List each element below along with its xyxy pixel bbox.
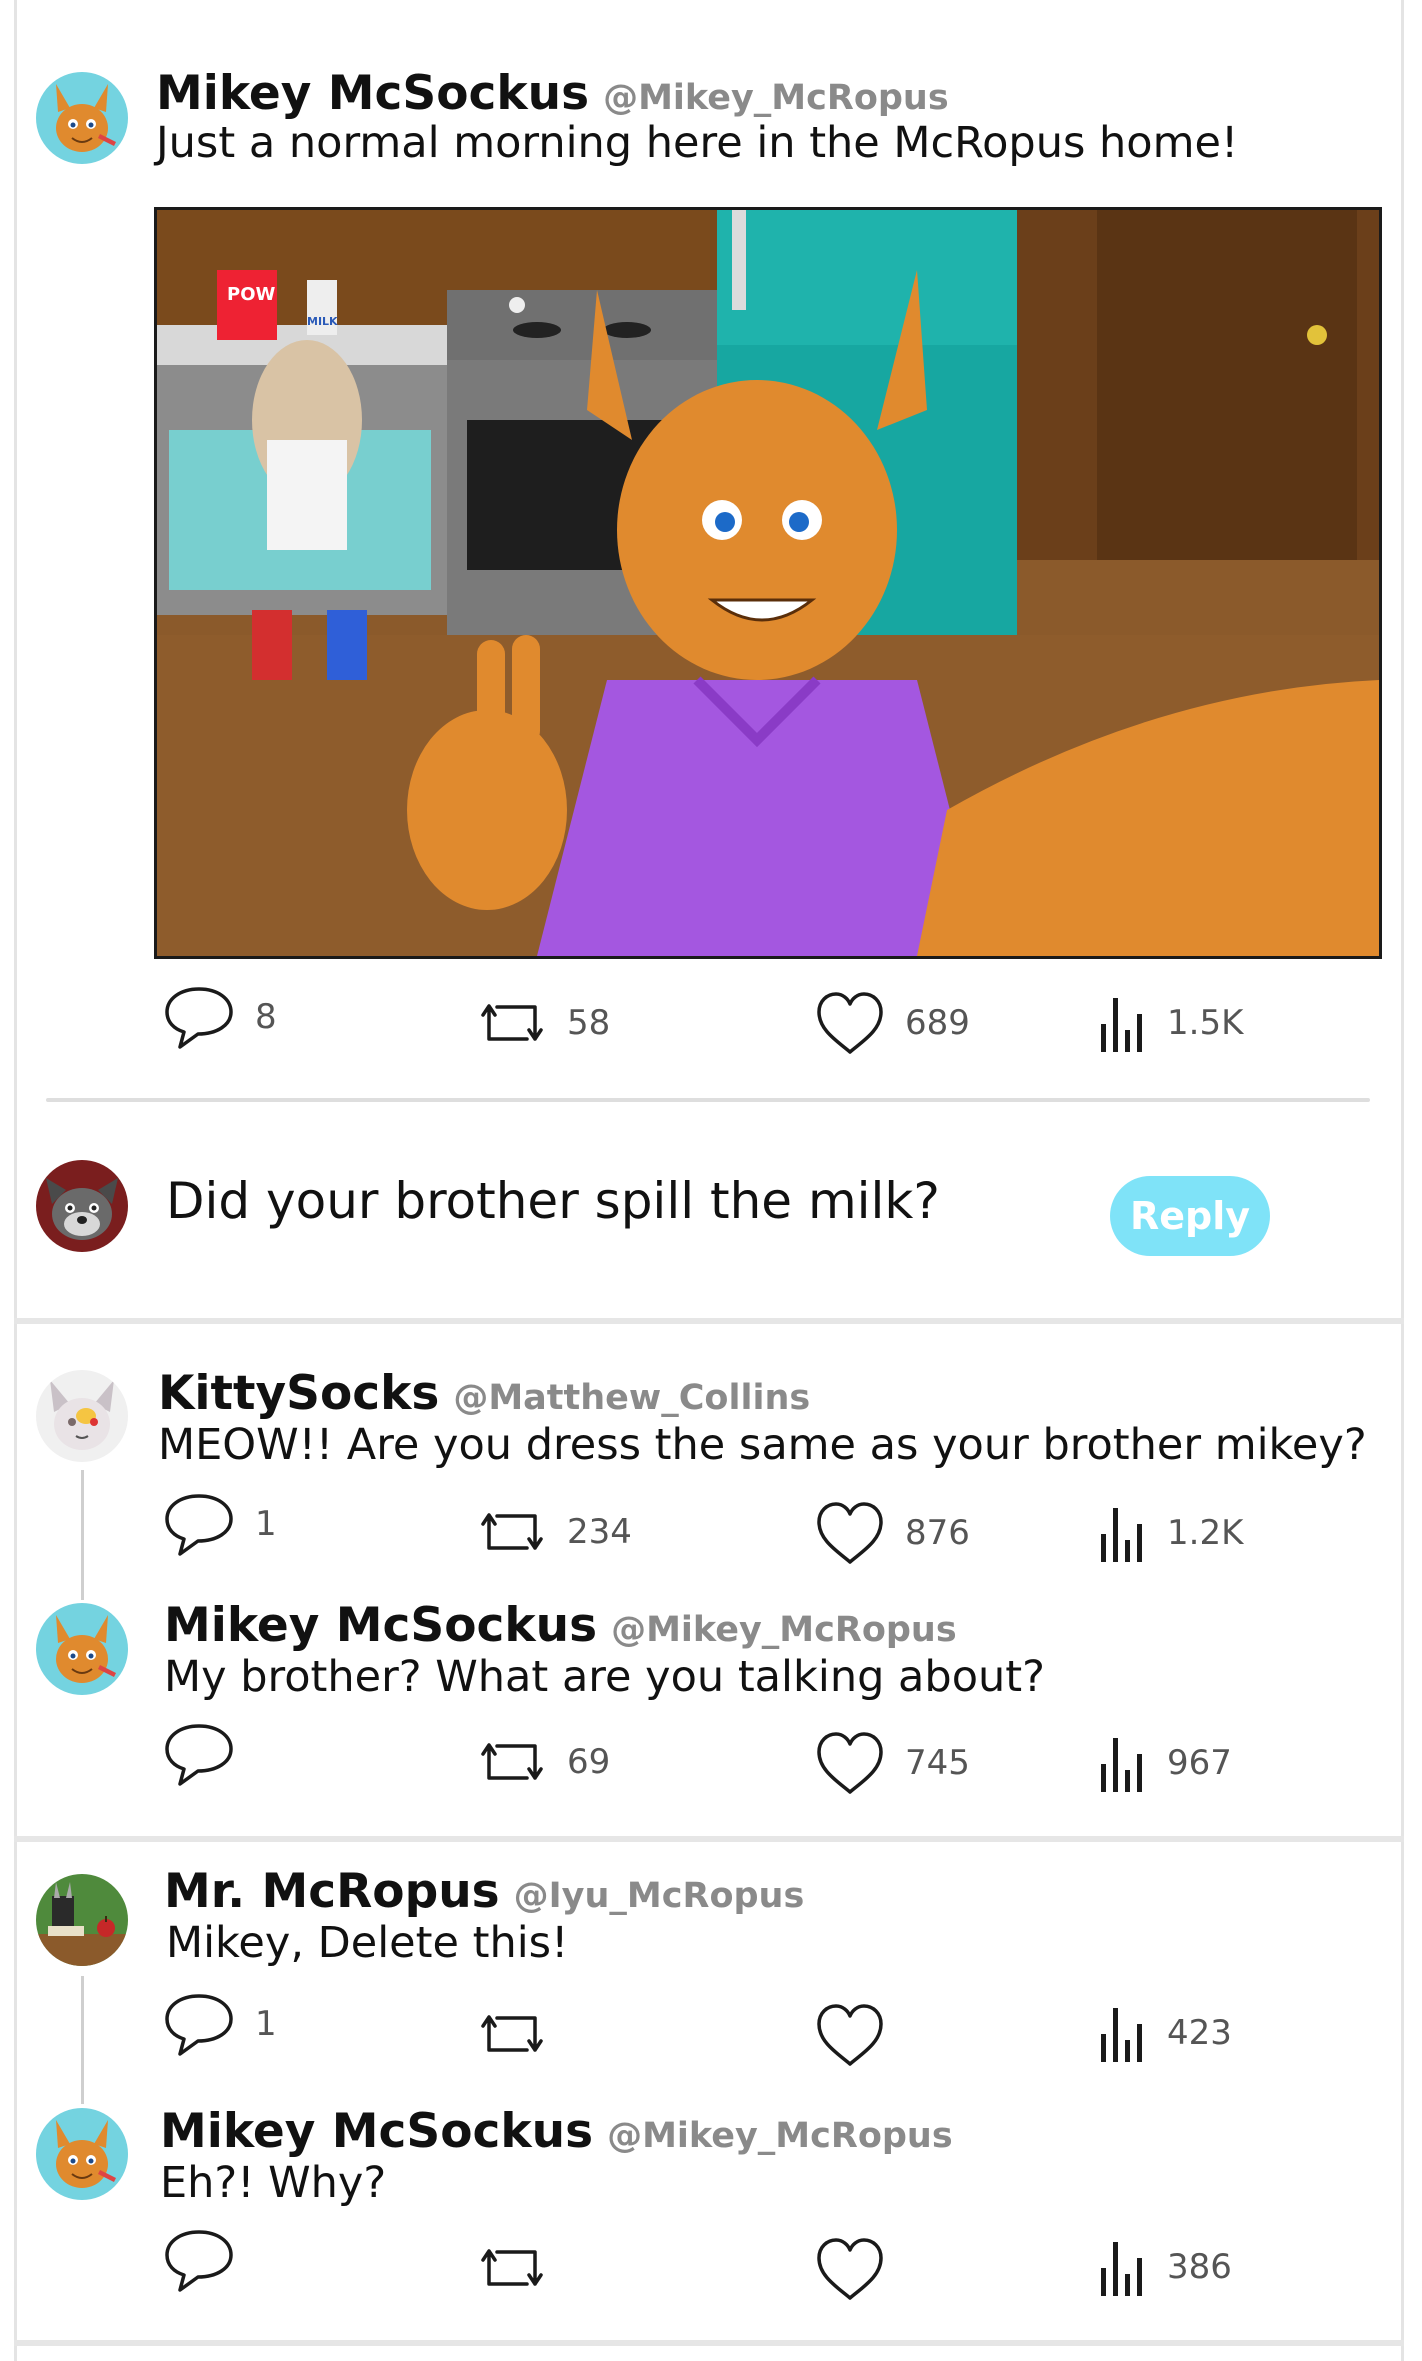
bar-chart-icon [1101,1738,1142,1792]
author-handle: @Mikey_McRopus [603,78,949,118]
heart-icon [817,1732,883,1794]
post-text: Eh?! Why? [160,2158,387,2208]
avatar-image [36,1370,128,1462]
bar-chart-icon [1101,1508,1142,1562]
views-button[interactable]: 386 [1095,2234,1232,2300]
reply-button[interactable]: 1 [163,1490,277,1558]
repost-icon [481,1513,543,1550]
speech-bubble-icon [165,1994,233,2056]
heart-icon [817,2004,883,2066]
avatar-image [36,72,128,164]
like-count: 745 [905,1743,970,1783]
milk-carton-label: MILK [307,315,338,328]
bar-chart-icon [1101,998,1142,1052]
speech-bubble-icon [165,1494,233,1556]
views-count: 423 [1167,2013,1232,2053]
repost-count: 69 [567,1742,611,1782]
author-handle: @Mikey_McRopus [611,1610,957,1650]
like-button[interactable]: 745 [815,1730,970,1796]
author-handle: @Iyu_McRopus [513,1876,805,1916]
reply-button[interactable] [163,2226,255,2294]
thread-line [81,1470,84,1600]
thread-line [81,1976,84,2104]
author-handle: @Mikey_McRopus [607,2116,953,2156]
section-separator [14,2340,1404,2346]
repost-button[interactable] [477,2240,567,2296]
views-count: 1.5K [1167,1003,1244,1043]
repost-icon [481,1004,543,1041]
views-button[interactable]: 1.5K [1095,990,1243,1056]
divider [46,1098,1370,1102]
heart-icon [817,992,883,1054]
reply-submit-button[interactable]: Reply [1110,1176,1270,1256]
bar-chart-icon [1101,2242,1142,2296]
speech-bubble-icon [165,2230,233,2292]
post-text: Mikey, Delete this! [166,1918,569,1968]
reply-button[interactable]: 1 [163,1990,277,2058]
views-count: 1.2K [1167,1513,1244,1553]
heart-icon [817,1502,883,1564]
repost-button[interactable]: 58 [477,995,610,1051]
post-text: MEOW!! Are you dress the same as your br… [158,1420,1367,1470]
section-separator [14,1318,1404,1324]
like-button[interactable]: 689 [815,990,970,1056]
post-media-image[interactable]: POW MILK [154,207,1382,959]
reply-button[interactable]: 8 [163,983,277,1051]
like-count: 689 [905,1003,970,1043]
avatar-image [36,2108,128,2200]
reply-input[interactable]: Did your brother spill the milk? [166,1172,940,1230]
like-button[interactable] [815,2236,905,2302]
repost-icon [481,2249,543,2286]
post-text: My brother? What are you talking about? [164,1652,1045,1702]
author-name: Mikey McSockus [164,1598,598,1653]
speech-bubble-icon [165,1724,233,1786]
repost-count: 234 [567,1512,632,1552]
like-button[interactable] [815,2002,905,2068]
bar-chart-icon [1101,2008,1142,2062]
post-author[interactable]: KittySocks @Matthew_Collins [158,1366,810,1421]
repost-count: 58 [567,1003,611,1043]
composer-avatar [36,1160,128,1252]
repost-button[interactable] [477,2006,567,2062]
avatar-image [36,1603,128,1695]
avatar[interactable] [36,2108,128,2200]
reply-count: 1 [255,2004,277,2044]
post-text: Just a normal morning here in the McRopu… [156,118,1239,168]
reply-count: 8 [255,997,277,1037]
reply-button[interactable] [163,1720,255,1788]
cereal-box-label: POW [227,284,275,305]
views-button[interactable]: 1.2K [1095,1500,1243,1566]
avatar-image [36,1874,128,1966]
views-count: 386 [1167,2247,1232,2287]
author-name: KittySocks [158,1366,440,1421]
views-button[interactable]: 423 [1095,2000,1232,2066]
speech-bubble-icon [165,987,233,1049]
post-author[interactable]: Mikey McSockus @Mikey_McRopus [160,2104,953,2159]
repost-icon [481,2015,543,2052]
author-name: Mikey McSockus [156,66,590,121]
heart-icon [817,2238,883,2300]
avatar[interactable] [36,72,128,164]
section-separator [14,1836,1404,1842]
repost-icon [481,1743,543,1780]
repost-button[interactable]: 234 [477,1504,632,1560]
views-count: 967 [1167,1743,1232,1783]
avatar-image [36,1160,128,1252]
avatar[interactable] [36,1370,128,1462]
post-author[interactable]: Mr. McRopus @Iyu_McRopus [164,1864,804,1919]
views-button[interactable]: 967 [1095,1730,1232,1796]
author-handle: @Matthew_Collins [453,1378,811,1418]
reply-count: 1 [255,1504,277,1544]
kitchen-selfie-illustration: POW MILK [157,210,1379,956]
post-author[interactable]: Mikey McSockus @Mikey_McRopus [164,1598,957,1653]
repost-button[interactable]: 69 [477,1734,610,1790]
like-button[interactable]: 876 [815,1500,970,1566]
author-name: Mikey McSockus [160,2104,594,2159]
author-name: Mr. McRopus [164,1864,500,1919]
avatar[interactable] [36,1874,128,1966]
post-author[interactable]: Mikey McSockus @Mikey_McRopus [156,66,949,121]
avatar[interactable] [36,1603,128,1695]
like-count: 876 [905,1513,970,1553]
